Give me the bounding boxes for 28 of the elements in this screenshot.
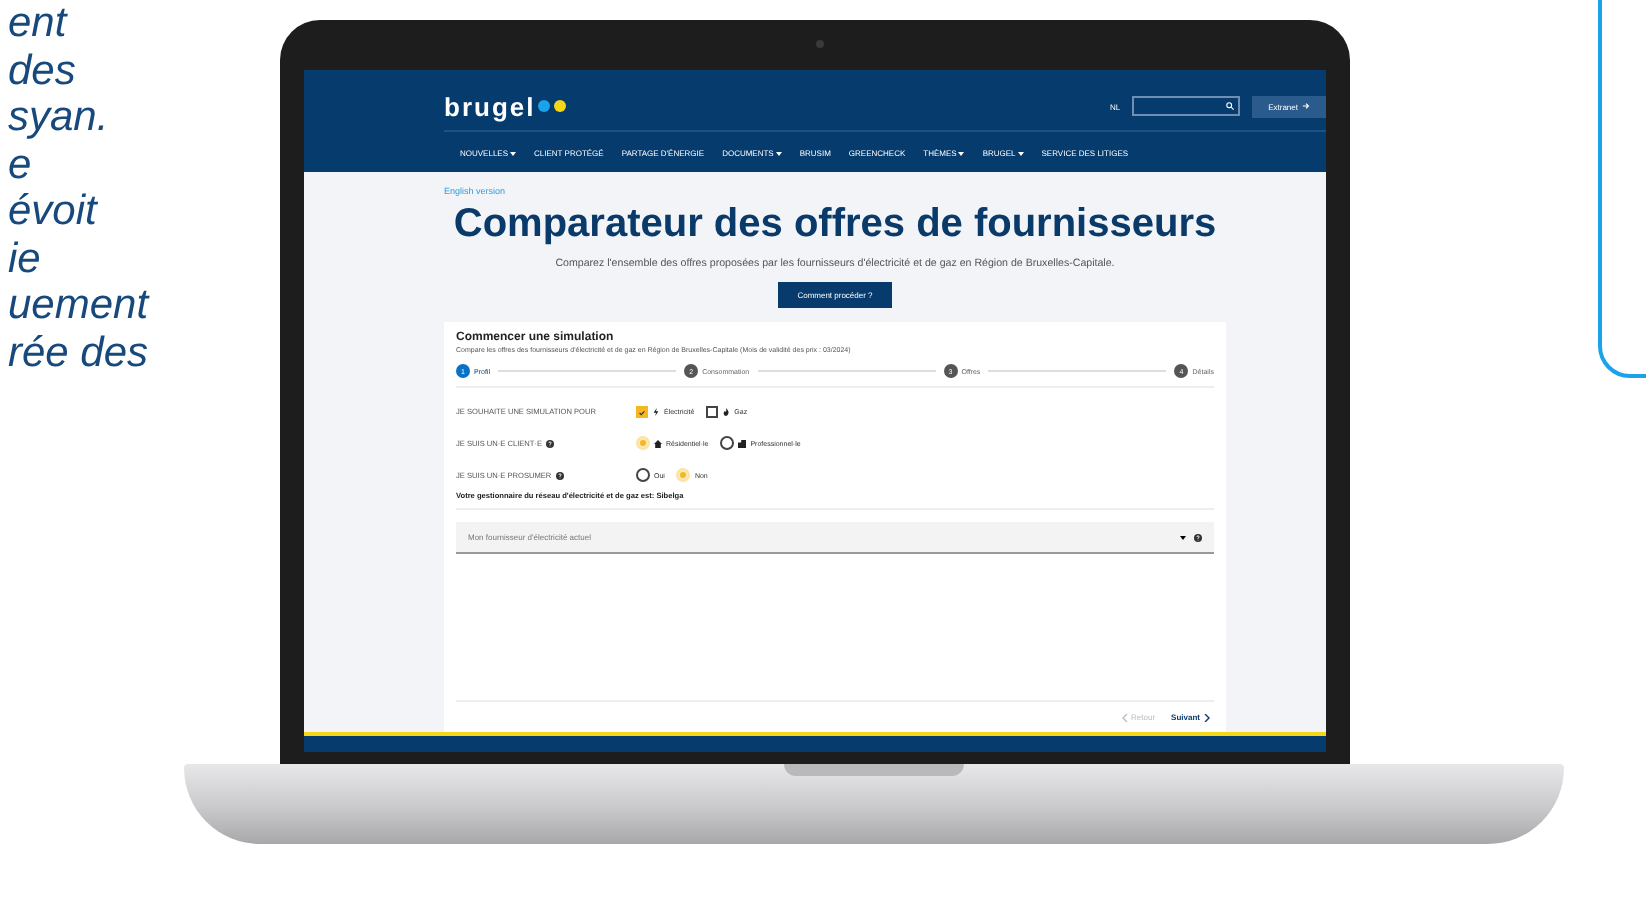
text-line: e [6, 141, 34, 188]
chevron-left-icon [1121, 713, 1128, 721]
search-field[interactable] [1132, 96, 1241, 116]
text-line: rée des [6, 329, 151, 376]
text-line: des [6, 47, 78, 94]
lightning-icon [652, 408, 660, 416]
text-line: ie [6, 235, 43, 282]
caret-icon [958, 151, 965, 155]
logo[interactable]: brugel [444, 91, 566, 121]
text-line: ent [6, 0, 70, 47]
text-line: évoit [6, 188, 100, 235]
check-icon [638, 407, 646, 417]
help-icon[interactable] [1194, 533, 1202, 541]
flame-icon [722, 408, 731, 416]
chevron-right-icon [1204, 713, 1210, 721]
house-icon [654, 439, 662, 447]
caret-icon [510, 151, 517, 155]
text-line: syan. [6, 94, 111, 141]
help-icon[interactable] [546, 439, 555, 447]
building-icon [738, 439, 747, 447]
page-title: Comparateur des offres de fournisseurs [451, 202, 1219, 248]
login-icon [1302, 102, 1310, 110]
search-icon [1226, 102, 1235, 110]
caret-icon [1180, 535, 1186, 539]
caret-icon [1017, 151, 1024, 155]
help-icon[interactable] [555, 471, 564, 479]
caret-icon [775, 151, 782, 155]
text-line: uement [6, 282, 152, 329]
